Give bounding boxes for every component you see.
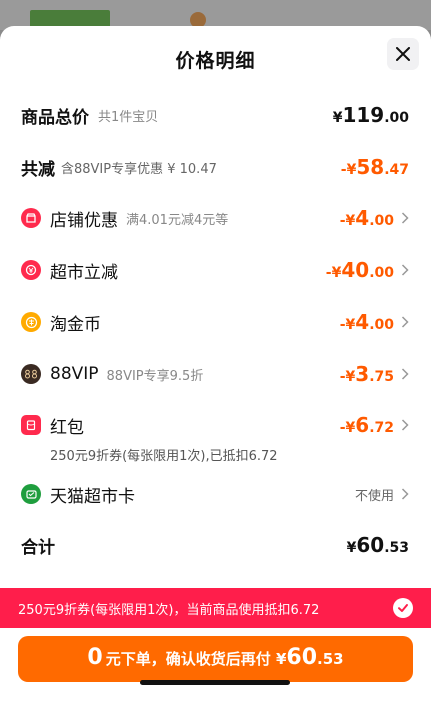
check-icon[interactable] — [393, 598, 413, 618]
red-packet-label: 红包 — [50, 417, 84, 438]
chevron-right-icon — [401, 212, 409, 224]
pay-button[interactable]: 0 元下单，确认收货后再付 ¥ 60 .53 — [18, 636, 413, 682]
shop-discount-sub: 满4.01元减4元等 — [126, 212, 229, 228]
supermarket-discount-icon — [21, 260, 41, 280]
tmall-card-row[interactable]: 天猫超市卡 不使用 — [21, 479, 409, 509]
vip-amount: -¥3.75 — [339, 362, 394, 386]
pay-button-int: 60 — [286, 645, 318, 670]
supermarket-discount-label: 超市立减 — [50, 262, 118, 283]
shop-discount-row[interactable]: 店铺优惠 满4.01元减4元等 -¥4.00 — [21, 203, 409, 233]
total-label: 商品总价 — [21, 107, 89, 128]
vip-row[interactable]: 88VIP 88VIP专享9.5折 -¥3.75 — [21, 359, 409, 389]
discount-label: 共减 — [21, 159, 55, 180]
taojinbi-coin-icon — [21, 312, 41, 332]
supermarket-discount-amount: -¥40.00 — [325, 258, 394, 282]
pay-button-dec: .53 — [317, 650, 344, 668]
coupon-banner-text: 250元9折券(每张限用1次)，当前商品使用抵扣6.72 — [18, 602, 320, 618]
coupon-banner[interactable]: 250元9折券(每张限用1次)，当前商品使用抵扣6.72 — [0, 588, 431, 628]
shop-discount-amount: -¥4.00 — [339, 206, 394, 230]
page-title: 价格明细 — [175, 50, 256, 72]
chevron-right-icon — [401, 264, 409, 276]
discount-sub: 含88VIP专享优惠 ¥ 10.47 — [61, 161, 217, 177]
home-indicator[interactable] — [140, 680, 290, 685]
taojinbi-label: 淘金币 — [50, 314, 101, 335]
chevron-right-icon — [401, 368, 409, 380]
total-row: 商品总价 共1件宝贝 ¥119.00 — [21, 100, 409, 130]
sum-label: 合计 — [21, 537, 55, 558]
red-packet-icon — [21, 415, 41, 435]
vip-sub: 88VIP专享9.5折 — [106, 368, 204, 384]
red-packet-amount: -¥6.72 — [339, 413, 394, 437]
tmall-card-value: 不使用 — [354, 488, 394, 504]
tmall-supermarket-card-icon — [21, 484, 41, 504]
tmall-card-label: 天猫超市卡 — [50, 486, 135, 507]
price-detail-sheet: 价格明细 商品总价 共1件宝贝 ¥119.00 共减 含88VIP专享优惠 ¥ … — [0, 26, 431, 720]
taojinbi-row[interactable]: 淘金币 -¥4.00 — [21, 307, 409, 337]
chevron-right-icon — [401, 316, 409, 328]
total-amount: ¥119.00 — [332, 103, 409, 127]
pay-button-text: 元下单，确认收货后再付 ¥ — [105, 650, 287, 668]
taojinbi-amount: -¥4.00 — [339, 310, 394, 334]
total-sub: 共1件宝贝 — [98, 109, 159, 125]
vip-label: 88VIP — [50, 364, 99, 384]
supermarket-discount-row[interactable]: 超市立减 -¥40.00 — [21, 255, 409, 285]
red-packet-note: 250元9折券(每张限用1次),已抵扣6.72 — [50, 449, 278, 464]
close-button[interactable] — [387, 38, 419, 70]
sum-amount: ¥60.53 — [346, 533, 409, 557]
chevron-right-icon — [401, 488, 409, 500]
red-packet-row[interactable]: 红包 -¥6.72 — [21, 410, 409, 440]
close-icon — [396, 47, 410, 61]
chevron-right-icon — [401, 419, 409, 431]
shop-icon — [21, 208, 41, 228]
pay-button-zero: 0 — [87, 645, 103, 670]
discount-amount: -¥58.47 — [340, 155, 409, 179]
88vip-icon — [21, 364, 41, 384]
shop-discount-label: 店铺优惠 — [50, 210, 118, 231]
discount-row: 共减 含88VIP专享优惠 ¥ 10.47 -¥58.47 — [21, 152, 409, 182]
sum-row: 合计 ¥60.53 — [21, 530, 409, 560]
